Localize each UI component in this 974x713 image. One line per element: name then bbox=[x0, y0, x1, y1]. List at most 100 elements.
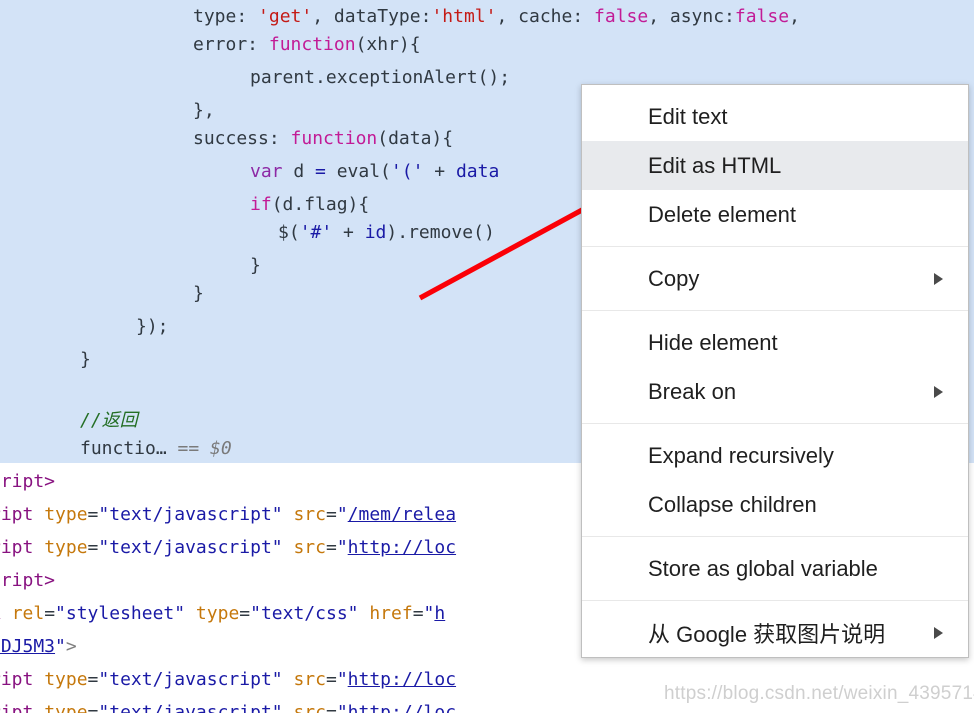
code-token: "text/javascript" bbox=[98, 537, 283, 558]
code-token: }, bbox=[193, 100, 215, 121]
code-token: error: bbox=[193, 34, 269, 55]
menu-item-edit-text[interactable]: Edit text bbox=[582, 92, 968, 141]
dom-code-line[interactable]: ript type="text/javascript" src="/mem/re… bbox=[0, 498, 456, 532]
menu-separator bbox=[582, 536, 968, 537]
code-token: "text/javascript" bbox=[98, 702, 283, 713]
code-token: data bbox=[455, 161, 500, 182]
code-token: + bbox=[332, 222, 365, 243]
menu-item-label: Edit text bbox=[648, 103, 728, 129]
code-token: if bbox=[250, 194, 272, 215]
code-token: type bbox=[185, 603, 240, 624]
code-token: type bbox=[44, 669, 88, 690]
menu-item-delete-element[interactable]: Delete element bbox=[582, 190, 968, 239]
code-token: = bbox=[325, 537, 337, 558]
watermark-text: https://blog.csdn.net/weixin_43957143 bbox=[664, 683, 974, 704]
dom-code-line[interactable]: error: function(xhr){ bbox=[193, 28, 421, 62]
dom-code-line[interactable]: ript type="text/javascript" src="http://… bbox=[0, 531, 456, 565]
dom-code-line[interactable]: $('#' + id).remove() bbox=[278, 216, 495, 250]
code-token: " bbox=[336, 702, 348, 713]
code-token: type bbox=[44, 537, 88, 558]
dom-code-line[interactable]: } bbox=[80, 343, 91, 377]
code-token: "text/javascript" bbox=[98, 504, 283, 525]
code-token: = bbox=[87, 504, 99, 525]
dom-code-line[interactable]: 3DJ5M3"> bbox=[0, 630, 77, 664]
code-token: http://loc bbox=[347, 669, 457, 690]
menu-separator bbox=[582, 310, 968, 311]
code-token: = bbox=[87, 669, 99, 690]
dom-code-line[interactable]: }); bbox=[136, 310, 169, 344]
dom-code-line[interactable]: functio… == $0 bbox=[80, 432, 232, 466]
code-token: = bbox=[325, 702, 337, 713]
dom-code-line[interactable]: success: function(data){ bbox=[193, 122, 453, 156]
code-token: src bbox=[282, 537, 326, 558]
chevron-right-icon bbox=[934, 385, 943, 398]
dom-code-line[interactable]: k rel="stylesheet" type="text/css" href=… bbox=[0, 597, 445, 631]
menu-item-label: Copy bbox=[648, 265, 700, 291]
dom-code-line[interactable]: } bbox=[193, 277, 204, 311]
devtools-element-context-menu[interactable]: Edit text Edit as HTML Delete element Copy H… bbox=[581, 84, 969, 658]
code-token: = bbox=[87, 702, 99, 713]
code-token: (data){ bbox=[377, 128, 454, 149]
menu-item-collapse-children[interactable]: Collapse children bbox=[582, 480, 968, 529]
code-token: cript> bbox=[0, 471, 56, 492]
code-token: type bbox=[44, 504, 88, 525]
code-token: http://loc bbox=[347, 702, 457, 713]
code-token: src bbox=[282, 504, 326, 525]
menu-item-label: Delete element bbox=[648, 201, 796, 227]
menu-item-label: Expand recursively bbox=[648, 442, 834, 468]
code-token: + bbox=[423, 161, 456, 182]
code-token: } bbox=[80, 349, 91, 370]
code-token: (d.flag){ bbox=[271, 194, 370, 215]
code-token: function bbox=[268, 34, 356, 55]
dom-code-line[interactable]: ript type="text/javascript" src="http://… bbox=[0, 663, 456, 697]
menu-item-expand-recursively[interactable]: Expand recursively bbox=[582, 431, 968, 480]
menu-item-get-image-description[interactable]: 从 Google 获取图片说明 bbox=[582, 608, 968, 657]
menu-separator bbox=[582, 423, 968, 424]
menu-item-hide-element[interactable]: Hide element bbox=[582, 318, 968, 367]
code-token: == $0 bbox=[177, 438, 232, 459]
menu-item-label: Store as global variable bbox=[648, 555, 878, 581]
menu-item-label: 从 Google 获取图片说明 bbox=[648, 621, 886, 647]
code-token: //返回 bbox=[80, 410, 138, 431]
code-token: ript bbox=[0, 537, 34, 558]
menu-item-edit-as-html[interactable]: Edit as HTML bbox=[582, 141, 968, 190]
dom-code-line[interactable]: parent.exceptionAlert(); bbox=[250, 61, 510, 95]
code-token: , cache: bbox=[496, 6, 595, 27]
code-token: (xhr){ bbox=[355, 34, 421, 55]
menu-item-break-on[interactable]: Break on bbox=[582, 367, 968, 416]
menu-item-label: Edit as HTML bbox=[648, 152, 782, 178]
code-token: eval( bbox=[325, 161, 391, 182]
code-token: src bbox=[282, 669, 326, 690]
code-token: = bbox=[44, 603, 56, 624]
dom-code-line[interactable]: ript type="text/javascript" src="http://… bbox=[0, 696, 456, 713]
code-token: type: bbox=[193, 6, 259, 27]
code-token: false bbox=[594, 6, 649, 27]
code-token: function bbox=[290, 128, 378, 149]
code-token: }); bbox=[136, 316, 169, 337]
code-token: > bbox=[65, 636, 77, 657]
code-token: } bbox=[250, 255, 261, 276]
menu-item-label: Hide element bbox=[648, 329, 778, 355]
code-token: false bbox=[734, 6, 790, 27]
code-token: success: bbox=[193, 128, 291, 149]
code-token: "text/css" bbox=[250, 603, 359, 624]
chevron-right-icon bbox=[934, 626, 943, 639]
code-token: 'get' bbox=[258, 6, 313, 27]
code-token: " bbox=[336, 504, 348, 525]
code-token: functio… bbox=[80, 438, 178, 459]
dom-code-line[interactable]: cript> bbox=[0, 564, 55, 598]
menu-item-store-as-global[interactable]: Store as global variable bbox=[582, 544, 968, 593]
code-token: ).remove() bbox=[386, 222, 495, 243]
dom-code-line[interactable]: var d = eval('(' + data bbox=[250, 155, 499, 189]
code-token: '(' bbox=[390, 161, 424, 182]
code-token: "text/javascript" bbox=[98, 669, 283, 690]
dom-code-line[interactable]: cript> bbox=[0, 465, 55, 499]
code-token: "stylesheet" bbox=[55, 603, 186, 624]
code-token: k bbox=[0, 603, 12, 624]
dom-code-line[interactable]: } bbox=[250, 249, 261, 283]
code-token: id bbox=[364, 222, 387, 243]
code-token: src bbox=[282, 702, 326, 713]
menu-item-copy[interactable]: Copy bbox=[582, 254, 968, 303]
code-token: href bbox=[358, 603, 413, 624]
menu-separator bbox=[582, 600, 968, 601]
